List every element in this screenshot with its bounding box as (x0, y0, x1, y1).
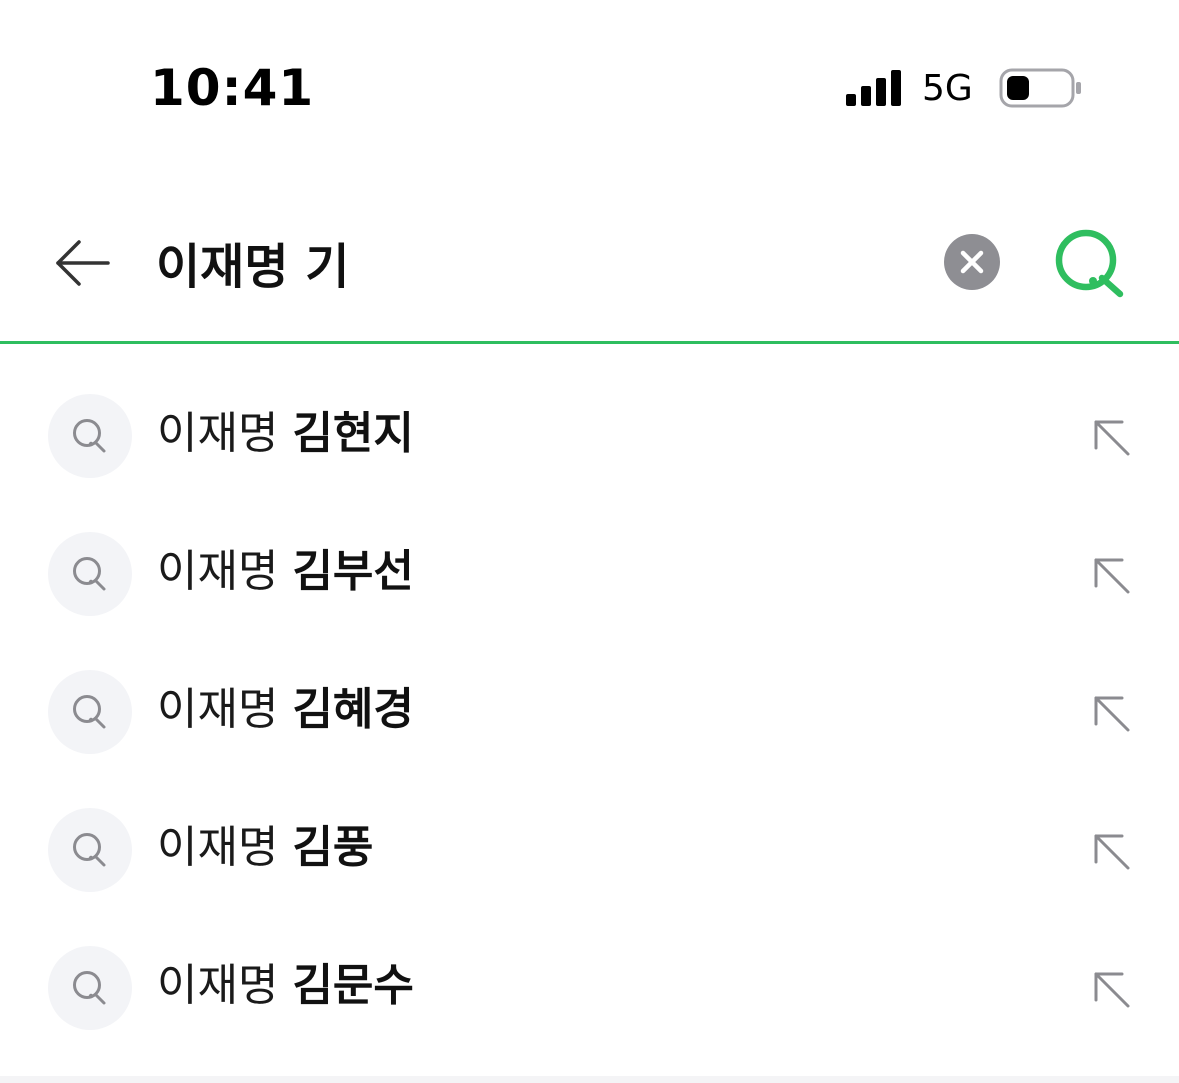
suggestion-item[interactable]: 이재명 김혜경 (0, 642, 1179, 780)
suggestion-search-icon (48, 670, 132, 754)
suggestion-text: 이재명 김혜경 (157, 680, 414, 740)
search-input[interactable] (156, 224, 916, 300)
arrow-left-icon[interactable] (48, 228, 118, 298)
battery-icon (999, 68, 1081, 108)
search-icon (73, 419, 106, 453)
suggestion-text: 이재명 김현지 (157, 404, 414, 464)
arrow-up-left-icon[interactable] (1086, 688, 1136, 738)
suggestion-item[interactable]: 이재명 김현지 (0, 366, 1179, 504)
search-icon (73, 833, 106, 867)
suggestion-text: 이재명 김문수 (157, 956, 414, 1016)
status-bar: 10:41 5G (0, 0, 1179, 180)
suggestion-completion: 김문수 (292, 960, 414, 1011)
suggestion-list: 이재명 김현지 이재명 김부선 이재명 김혜경 이재명 김풍 이재명 김문수 (0, 366, 1179, 1056)
bottom-edge (0, 1076, 1179, 1083)
suggestion-completion: 김부선 (292, 546, 414, 597)
search-icon (73, 971, 106, 1005)
suggestion-text: 이재명 김풍 (157, 818, 373, 878)
suggestion-prefix: 이재명 (157, 546, 293, 597)
suggestion-completion: 김혜경 (292, 684, 414, 735)
suggestion-prefix: 이재명 (157, 408, 293, 459)
suggestion-prefix: 이재명 (157, 822, 293, 873)
network-type: 5G (922, 68, 973, 109)
suggestion-completion: 김풍 (292, 822, 374, 873)
suggestion-search-icon (48, 808, 132, 892)
suggestion-prefix: 이재명 (157, 960, 293, 1011)
arrow-up-left-icon[interactable] (1086, 826, 1136, 876)
search-divider (0, 341, 1179, 344)
arrow-up-left-icon[interactable] (1086, 550, 1136, 600)
search-icon (73, 695, 106, 729)
suggestion-item[interactable]: 이재명 김부선 (0, 504, 1179, 642)
arrow-up-left-icon[interactable] (1086, 412, 1136, 462)
search-icon (73, 557, 106, 591)
clear-x-icon (960, 250, 984, 274)
search-header (0, 190, 1179, 342)
status-time: 10:41 (150, 59, 315, 117)
arrow-up-left-icon[interactable] (1086, 964, 1136, 1014)
suggestion-search-icon (48, 394, 132, 478)
signal-bars-icon (846, 70, 901, 106)
suggestion-prefix: 이재명 (157, 684, 293, 735)
suggestion-item[interactable]: 이재명 김풍 (0, 780, 1179, 918)
search-icon[interactable] (1052, 226, 1128, 302)
clear-button[interactable] (944, 234, 1000, 290)
suggestion-text: 이재명 김부선 (157, 542, 414, 602)
suggestion-item[interactable]: 이재명 김문수 (0, 918, 1179, 1056)
suggestion-search-icon (48, 532, 132, 616)
suggestion-completion: 김현지 (292, 408, 414, 459)
suggestion-search-icon (48, 946, 132, 1030)
